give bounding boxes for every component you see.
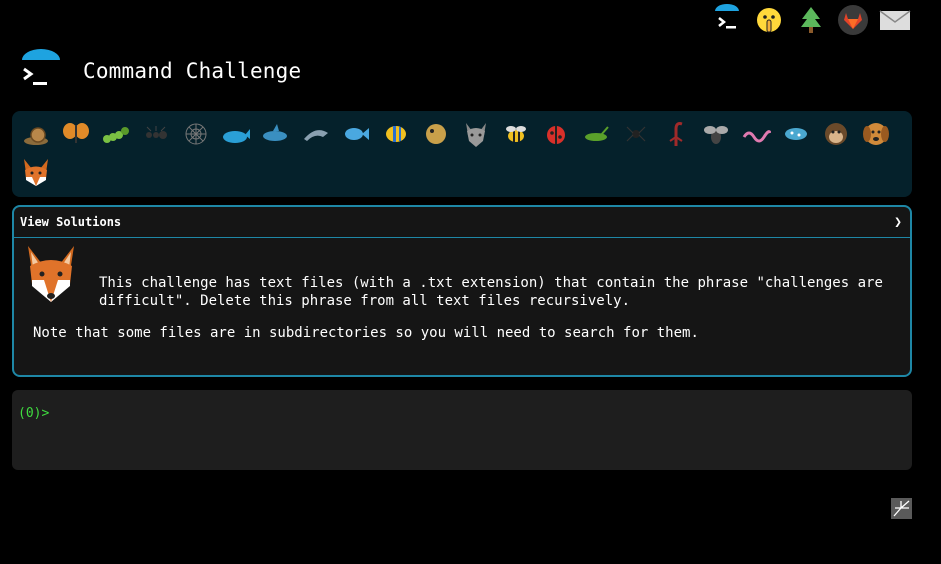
expand-icon[interactable] xyxy=(891,498,912,519)
challenge-selector xyxy=(12,111,912,197)
shark-icon[interactable] xyxy=(258,116,294,152)
terminal-input[interactable]: (0)> xyxy=(12,390,912,470)
page-title: Command Challenge xyxy=(83,59,302,83)
fox-icon xyxy=(24,244,78,306)
page: Command Challenge View Solutions ❯ This … xyxy=(0,0,941,564)
dog-icon[interactable] xyxy=(858,116,894,152)
evergreen-tree-icon[interactable] xyxy=(795,4,827,36)
dolphin-icon[interactable] xyxy=(298,116,334,152)
chevron-right-icon: ❯ xyxy=(894,214,902,230)
ant-icon[interactable] xyxy=(138,116,174,152)
shushing-face-icon[interactable] xyxy=(753,4,785,36)
snail-icon[interactable] xyxy=(18,116,54,152)
caterpillar-icon[interactable] xyxy=(98,116,134,152)
tropical-fish-icon[interactable] xyxy=(378,116,414,152)
fly-icon[interactable] xyxy=(698,116,734,152)
blowfish-icon[interactable] xyxy=(418,116,454,152)
fox-icon[interactable] xyxy=(18,154,54,190)
ladybug-icon[interactable] xyxy=(538,116,574,152)
header: Command Challenge xyxy=(18,48,301,94)
fish-icon[interactable] xyxy=(338,116,374,152)
top-nav xyxy=(711,4,911,36)
monkey-icon[interactable] xyxy=(818,116,854,152)
spider-web-icon[interactable] xyxy=(178,116,214,152)
microbe-icon[interactable] xyxy=(778,116,814,152)
view-solutions-toggle[interactable]: View Solutions ❯ xyxy=(14,207,910,238)
challenge-panel: View Solutions ❯ This challenge has text… xyxy=(12,205,912,377)
worm-icon[interactable] xyxy=(738,116,774,152)
spider-icon[interactable] xyxy=(618,116,654,152)
bee-icon[interactable] xyxy=(498,116,534,152)
cricket-icon[interactable] xyxy=(578,116,614,152)
whale-icon[interactable] xyxy=(218,116,254,152)
scorpion-icon[interactable] xyxy=(658,116,694,152)
terminal-prompt: (0)> xyxy=(18,406,50,421)
view-solutions-label: View Solutions xyxy=(20,215,122,229)
gitlab-icon[interactable] xyxy=(837,4,869,36)
terminal-logo-icon[interactable] xyxy=(18,48,64,94)
challenge-note: Note that some files are in subdirectori… xyxy=(33,325,699,341)
butterfly-icon[interactable] xyxy=(58,116,94,152)
wolf-icon[interactable] xyxy=(458,116,494,152)
envelope-icon[interactable] xyxy=(879,4,911,36)
terminal-icon[interactable] xyxy=(711,4,743,36)
challenge-description: This challenge has text files (with a .t… xyxy=(99,275,883,309)
